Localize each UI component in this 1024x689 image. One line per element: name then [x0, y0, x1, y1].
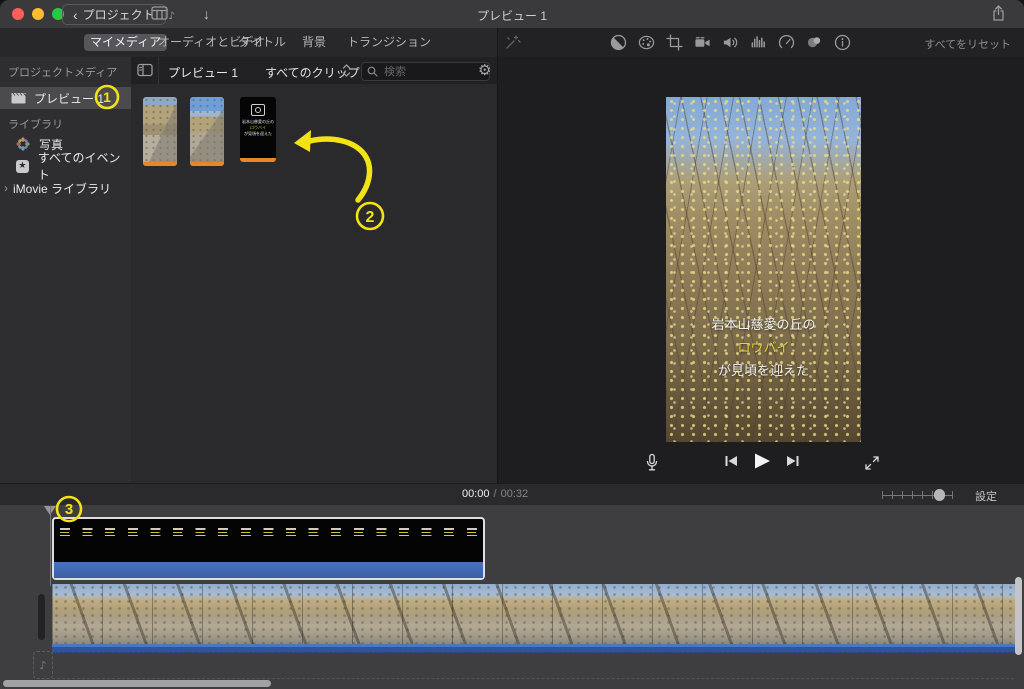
close-window-button[interactable] — [12, 8, 24, 20]
total-time: 00:32 — [501, 488, 529, 500]
browser-toolbar: プレビュー 1 すべてのクリップ ⚙ — [131, 57, 497, 85]
play-button[interactable] — [752, 452, 772, 470]
share-icon[interactable] — [991, 5, 1006, 27]
download-icon[interactable]: ↓ — [203, 6, 210, 22]
imovie-window: ‹ プロジェクト ♪ ↓ プレビュー 1 マイメディア オーディオとビデオ タイ… — [0, 0, 1024, 689]
reset-all-button[interactable]: すべてをリセット — [924, 36, 1011, 52]
minimize-window-button[interactable] — [32, 8, 44, 20]
tab-transitions[interactable]: トランジション — [341, 34, 437, 51]
svg-text:♪: ♪ — [169, 11, 175, 22]
clip-thumbnail-2[interactable] — [190, 97, 224, 166]
viewer-adjustbar: すべてをリセット — [497, 28, 1024, 57]
auto-enhance-wand-icon[interactable] — [504, 34, 521, 51]
timeline-settings-button[interactable]: 設定 — [975, 488, 997, 504]
tab-titles[interactable]: タイトル — [232, 34, 292, 51]
timeline-scroll-pill[interactable] — [38, 594, 45, 640]
overlay-line-2: ロウバイ — [666, 340, 861, 355]
back-button-label: プロジェクト — [83, 6, 155, 23]
skip-to-end-button[interactable] — [785, 454, 800, 468]
current-time: 00:00 — [462, 488, 490, 500]
clip-duration-bar — [143, 162, 177, 166]
volume-icon[interactable] — [722, 34, 739, 51]
title-clip-mini-text: 岩本山慈愛の丘の ロウバイ が見頃を迎えた — [242, 119, 274, 137]
zoom-slider-thumb[interactable] — [934, 489, 945, 501]
browser-title: プレビュー 1 — [168, 64, 238, 81]
back-chevron-icon: ‹ — [73, 9, 78, 21]
title-overlay: 岩本山慈愛の丘の ロウバイ が見頃を迎えた — [666, 309, 861, 386]
fullscreen-icon[interactable] — [864, 455, 880, 476]
color-correction-icon[interactable] — [638, 34, 655, 51]
star-icon: ★ — [16, 160, 29, 173]
voiceover-mic-icon[interactable] — [644, 453, 660, 478]
adjust-icons-row — [610, 34, 851, 51]
media-tabbar: マイメディア オーディオとビデオ タイトル 背景 トランジション — [0, 28, 497, 57]
viewer-panel: 岩本山慈愛の丘の ロウバイ が見頃を迎えた — [497, 57, 1024, 483]
sidebar-toggle-icon[interactable] — [137, 63, 153, 82]
gear-icon[interactable]: ⚙ — [478, 61, 491, 79]
crop-icon[interactable] — [666, 34, 683, 51]
timeline-zoom-slider[interactable] — [882, 489, 953, 501]
title-clip-frames — [60, 528, 477, 530]
media-browser: 岩本山慈愛の丘の ロウバイ が見頃を迎えた — [131, 84, 497, 483]
media-library-icon[interactable]: ♪ — [151, 6, 175, 27]
timeline-video-clip[interactable] — [52, 584, 1015, 644]
clapperboard-icon — [11, 92, 26, 104]
titlebar: ‹ プロジェクト ♪ ↓ プレビュー 1 — [0, 0, 1024, 29]
playhead-line — [50, 506, 51, 586]
background-music-track[interactable] — [52, 651, 1014, 679]
sidebar: プロジェクトメディア プレビュー 1 ライブラリ — [0, 57, 132, 483]
sidebar-item-project-preview1[interactable]: プレビュー 1 — [0, 87, 131, 109]
project-media-header: プロジェクトメディア — [8, 64, 117, 80]
filter-chevrons-icon[interactable] — [342, 63, 351, 83]
clip-info-icon[interactable] — [834, 34, 851, 51]
color-balance-icon[interactable] — [610, 34, 627, 51]
clip-duration-bar — [240, 158, 276, 162]
photos-flower-icon — [16, 137, 30, 151]
skip-to-start-button[interactable] — [724, 454, 739, 468]
clip-thumbnail-1[interactable] — [143, 97, 177, 166]
stabilization-icon[interactable] — [694, 34, 711, 51]
search-icon — [367, 66, 378, 77]
sidebar-item-label: プレビュー 1 — [34, 90, 104, 107]
sidebar-item-imovie-library[interactable]: › iMovie ライブラリ — [0, 177, 131, 199]
tab-backgrounds[interactable]: 背景 — [296, 34, 332, 51]
noise-reduction-icon[interactable] — [750, 34, 767, 51]
search-input[interactable] — [382, 65, 484, 79]
timeline: ♪ — [0, 505, 1024, 689]
playback-controls — [498, 449, 1024, 479]
sidebar-item-all-events[interactable]: ★ すべてのイベント — [0, 155, 131, 177]
timeline-title-clip[interactable] — [52, 517, 485, 580]
time-separator: / — [494, 488, 497, 500]
toolbar-divider — [158, 57, 159, 84]
timeline-toolbar: 00:00 / 00:32 設定 — [0, 483, 1024, 507]
search-field[interactable] — [361, 62, 490, 81]
timeline-horizontal-scrollbar[interactable] — [3, 680, 271, 687]
title-clip-audio-bar[interactable] — [54, 562, 483, 578]
window-title: プレビュー 1 — [477, 7, 547, 24]
title-clip-thumbnail[interactable]: 岩本山慈愛の丘の ロウバイ が見頃を迎えた — [240, 97, 276, 162]
library-header: ライブラリ — [8, 116, 63, 132]
background-music-well[interactable]: ♪ — [33, 651, 53, 679]
overlay-line-3: が見頃を迎えた — [666, 363, 861, 378]
timeline-vertical-scrollbar[interactable] — [1015, 577, 1022, 655]
time-display: 00:00 / 00:32 — [462, 488, 528, 500]
speed-icon[interactable] — [778, 34, 795, 51]
disclosure-chevron-icon[interactable]: › — [4, 181, 8, 195]
overlay-line-1: 岩本山慈愛の丘の — [666, 317, 861, 332]
video-preview[interactable]: 岩本山慈愛の丘の ロウバイ が見頃を迎えた — [666, 97, 861, 442]
camera-icon — [251, 104, 265, 116]
music-note-icon: ♪ — [39, 659, 46, 672]
clip-filter-icon[interactable] — [806, 34, 823, 51]
sidebar-item-label: iMovie ライブラリ — [13, 180, 111, 197]
clip-duration-bar — [190, 162, 224, 166]
